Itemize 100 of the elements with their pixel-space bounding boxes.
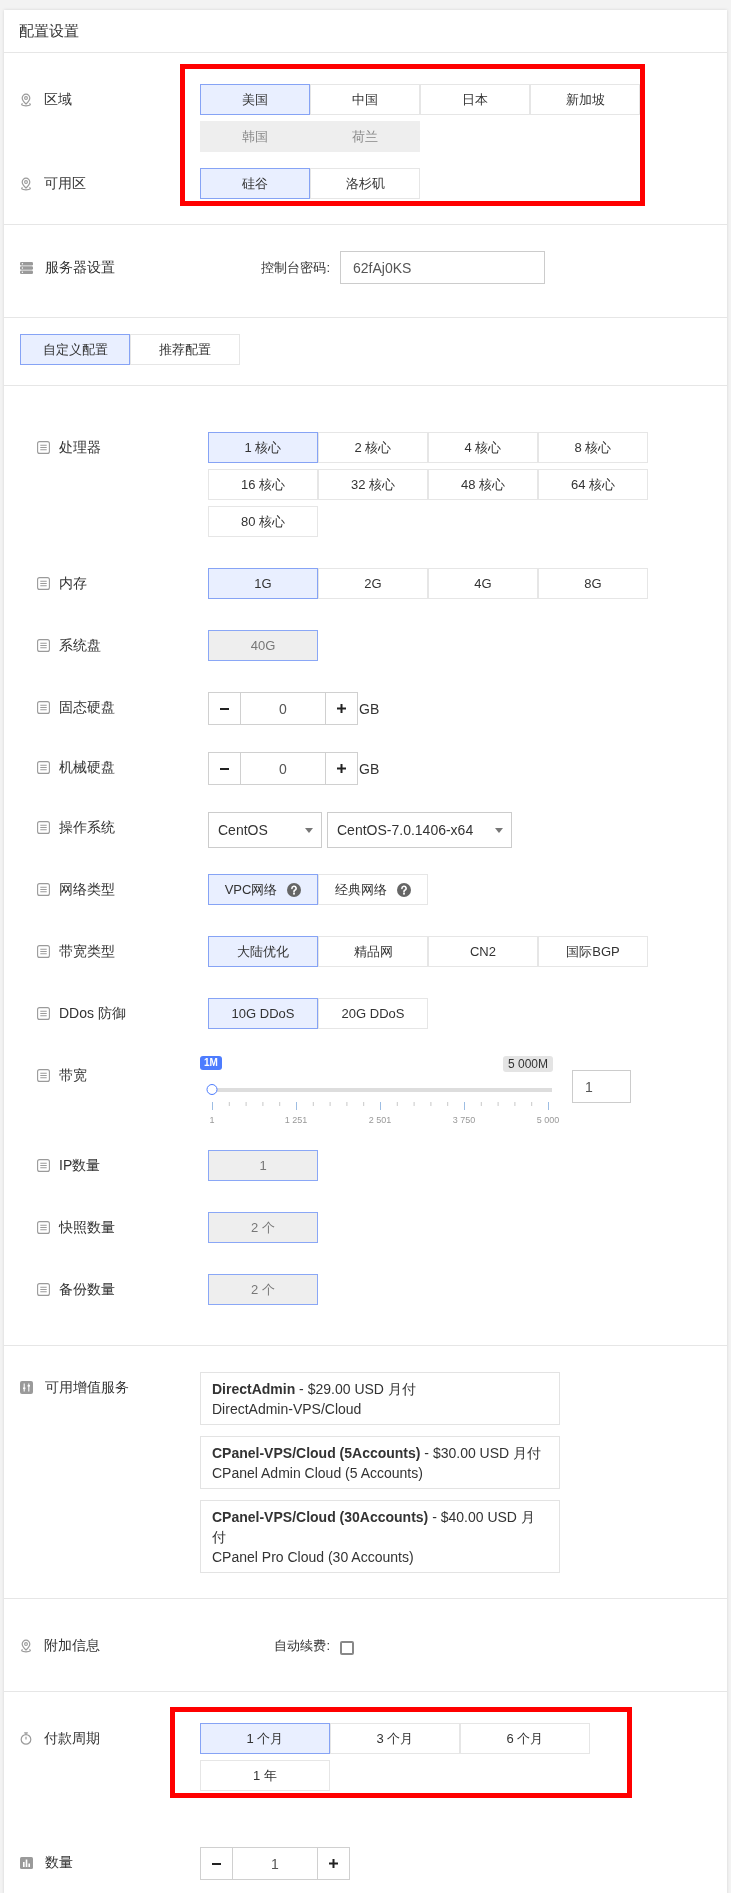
service-card[interactable]: DirectAdmin - $29.00 USD 月付 DirectAdmin-VPS/Cloud xyxy=(200,1372,560,1425)
field-label: 网络类型 xyxy=(59,880,115,899)
increment-button[interactable] xyxy=(317,1847,350,1880)
field-label: 备份数量 xyxy=(59,1280,115,1299)
list-icon xyxy=(37,1283,50,1296)
option-button[interactable]: 新加坡 xyxy=(530,84,640,115)
minus-icon xyxy=(220,767,229,770)
max-value-badge: 5 000M xyxy=(502,1056,553,1072)
option-button[interactable]: 3 个月 xyxy=(330,1723,460,1754)
option-button[interactable]: 2G xyxy=(318,568,428,599)
option-button[interactable]: 32 核心 xyxy=(318,469,428,500)
panel-title: 配置设置 xyxy=(19,21,79,41)
list-icon xyxy=(37,441,50,454)
increment-button[interactable] xyxy=(325,692,358,725)
list-icon xyxy=(37,1069,50,1082)
list-icon xyxy=(37,761,50,774)
location-pin-icon xyxy=(20,92,32,107)
option-button[interactable]: 8 核心 xyxy=(538,432,648,463)
bar-chart-icon xyxy=(20,1856,33,1869)
increment-button[interactable] xyxy=(325,752,358,785)
field-label: 付款周期 xyxy=(44,1729,100,1748)
field-label: 固态硬盘 xyxy=(59,698,115,717)
option-button[interactable]: 20G DDoS xyxy=(318,998,428,1029)
option-button[interactable]: 精品网 xyxy=(318,936,428,967)
service-title: CPanel-VPS/Cloud (30Accounts) - $40.00 USD 月付 xyxy=(212,1508,536,1547)
field-label: 处理器 xyxy=(59,438,101,457)
location-pin-icon xyxy=(20,1638,32,1653)
service-title: DirectAdmin - $29.00 USD 月付 xyxy=(212,1380,417,1399)
option-button[interactable]: 中国 xyxy=(310,84,420,115)
option-button[interactable]: 8G xyxy=(538,568,648,599)
option-button[interactable]: 硅谷 xyxy=(200,168,310,199)
option-button[interactable]: 洛杉矶 xyxy=(310,168,420,199)
option-button[interactable]: 1 年 xyxy=(200,1760,330,1791)
option-button[interactable]: 大陆优化 xyxy=(208,936,318,967)
option-button[interactable]: 80 核心 xyxy=(208,506,318,537)
option-button[interactable]: 48 核心 xyxy=(428,469,538,500)
list-icon xyxy=(37,1221,50,1234)
service-description: DirectAdmin-VPS/Cloud xyxy=(212,1400,363,1419)
sliders-icon xyxy=(20,1381,33,1394)
tick-label: 1 251 xyxy=(284,1114,308,1126)
plus-icon xyxy=(337,704,346,713)
service-title: CPanel-VPS/Cloud (5Accounts) - $30.00 USD 月付 xyxy=(212,1444,543,1463)
stopwatch-icon xyxy=(20,1732,32,1745)
value-badge: 1M xyxy=(200,1056,222,1070)
config-tab[interactable]: 推荐配置 xyxy=(130,334,240,365)
field-label: 可用区 xyxy=(44,174,86,193)
option-button[interactable]: 4 核心 xyxy=(428,432,538,463)
option-button[interactable]: 2 核心 xyxy=(318,432,428,463)
field-label: 区域 xyxy=(44,90,72,109)
help-icon xyxy=(397,882,411,897)
plus-icon xyxy=(337,764,346,773)
slider-thumb[interactable] xyxy=(206,1084,218,1095)
dropdown[interactable]: CentOS xyxy=(208,812,322,848)
checkbox[interactable] xyxy=(340,1640,354,1655)
list-icon xyxy=(37,1007,50,1020)
service-description: CPanel Pro Cloud (30 Accounts) xyxy=(212,1548,415,1567)
help-icon xyxy=(287,882,302,897)
list-icon xyxy=(37,639,50,652)
service-description: CPanel Admin Cloud (5 Accounts) xyxy=(212,1464,424,1483)
location-pin-icon xyxy=(20,176,32,191)
tick-label: 1 xyxy=(209,1114,215,1126)
option-button[interactable]: 64 核心 xyxy=(538,469,648,500)
service-card[interactable]: CPanel-VPS/Cloud (30Accounts) - $40.00 USD 月付 CPanel Pro Cloud (30 Accounts) xyxy=(200,1500,560,1573)
option-button[interactable]: 经典网络 xyxy=(318,874,428,905)
option-button[interactable]: VPC网络 xyxy=(208,874,318,905)
option-button[interactable]: 1 个月 xyxy=(200,1723,330,1754)
field-label: 带宽 xyxy=(59,1066,87,1085)
field-label: 附加信息 xyxy=(44,1636,100,1655)
unit-label: GB xyxy=(359,760,380,777)
plus-icon xyxy=(329,1859,338,1868)
field-label: 数量 xyxy=(45,1853,73,1872)
field-label: 服务器设置 xyxy=(45,258,115,277)
field-label: 内存 xyxy=(59,574,87,593)
option-button[interactable]: 4G xyxy=(428,568,538,599)
field-label: 可用增值服务 xyxy=(45,1378,129,1397)
option-button[interactable]: 16 核心 xyxy=(208,469,318,500)
option-button[interactable]: 1G xyxy=(208,568,318,599)
service-card[interactable]: CPanel-VPS/Cloud (5Accounts) - $30.00 USD 月付 CPanel Admin Cloud (5 Accounts) xyxy=(200,1436,560,1489)
option-button[interactable]: 1 核心 xyxy=(208,432,318,463)
option-button[interactable]: 6 个月 xyxy=(460,1723,590,1754)
option-button[interactable]: 美国 xyxy=(200,84,310,115)
tick-label: 5 000 xyxy=(536,1114,560,1126)
list-icon xyxy=(37,883,50,896)
config-tab[interactable]: 自定义配置 xyxy=(20,334,130,365)
bandwidth-field[interactable]: 1 xyxy=(572,1070,631,1103)
option-button[interactable]: 国际BGP xyxy=(538,936,648,967)
option-button[interactable]: CN2 xyxy=(428,936,538,967)
list-icon xyxy=(37,821,50,834)
minus-icon xyxy=(220,707,229,710)
field-label: 操作系统 xyxy=(59,818,115,837)
caret-icon xyxy=(495,827,504,833)
list-icon xyxy=(37,701,50,714)
field-label: 带宽类型 xyxy=(59,942,115,961)
field-label: DDos 防御 xyxy=(59,1004,126,1023)
dropdown[interactable]: CentOS-7.0.1406-x64 xyxy=(327,812,513,848)
option-button[interactable]: 10G DDoS xyxy=(208,998,318,1029)
option-button[interactable]: 日本 xyxy=(420,84,530,115)
field-label: 快照数量 xyxy=(59,1218,115,1237)
password-field[interactable]: 62fAj0KS xyxy=(340,251,545,284)
list-icon xyxy=(37,577,50,590)
